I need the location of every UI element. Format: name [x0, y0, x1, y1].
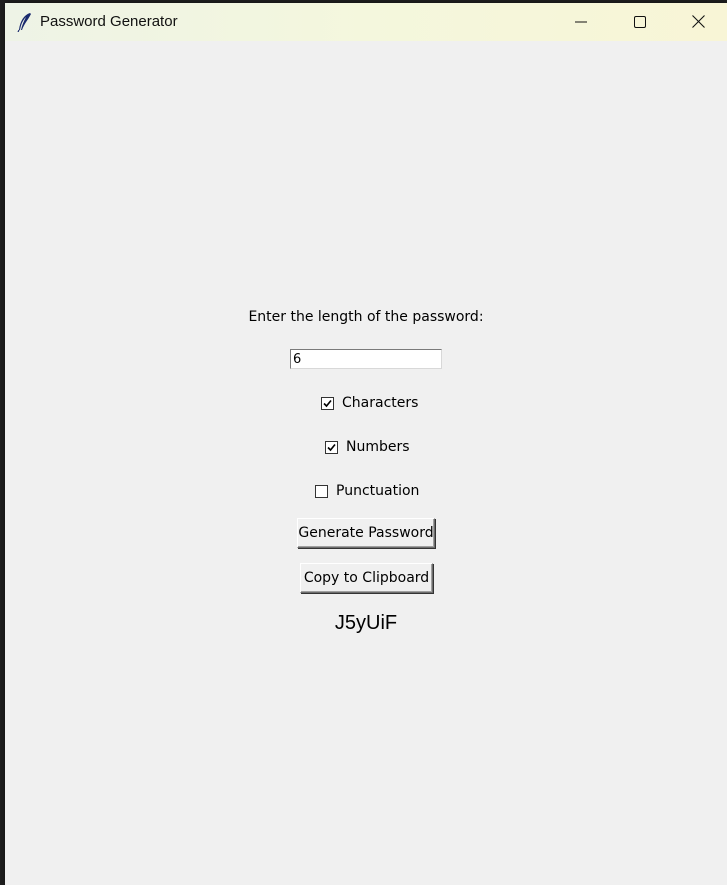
checkbox-box[interactable]	[325, 440, 338, 454]
minimize-button[interactable]	[552, 3, 610, 41]
copy-to-clipboard-button[interactable]: Copy to Clipboard	[300, 563, 433, 593]
characters-label: Characters	[342, 395, 419, 411]
checkmark-icon	[323, 399, 332, 407]
checkmark-icon	[327, 443, 336, 451]
length-label: Enter the length of the password:	[248, 309, 484, 325]
window-title: Password Generator	[40, 13, 178, 30]
generate-password-button[interactable]: Generate Password	[297, 518, 435, 548]
feather-icon	[17, 12, 33, 33]
numbers-checkbox[interactable]: Numbers	[325, 439, 410, 455]
minimize-icon	[575, 13, 587, 32]
close-button[interactable]	[669, 3, 727, 41]
numbers-label: Numbers	[346, 439, 410, 455]
punctuation-checkbox[interactable]: Punctuation	[315, 483, 419, 499]
punctuation-label: Punctuation	[336, 483, 420, 499]
length-input[interactable]	[290, 349, 442, 369]
maximize-icon	[634, 13, 646, 32]
generated-password: J5yUiF	[334, 612, 398, 634]
checkbox-box[interactable]	[321, 396, 334, 410]
main-content: Enter the length of the password: Charac…	[5, 41, 727, 885]
maximize-button[interactable]	[611, 3, 669, 41]
close-icon	[691, 13, 705, 32]
title-bar[interactable]: Password Generator	[5, 3, 727, 41]
checkbox-box[interactable]	[315, 484, 328, 498]
characters-checkbox[interactable]: Characters	[321, 395, 418, 411]
app-window: Password Generator Enter the length of t…	[5, 3, 727, 885]
